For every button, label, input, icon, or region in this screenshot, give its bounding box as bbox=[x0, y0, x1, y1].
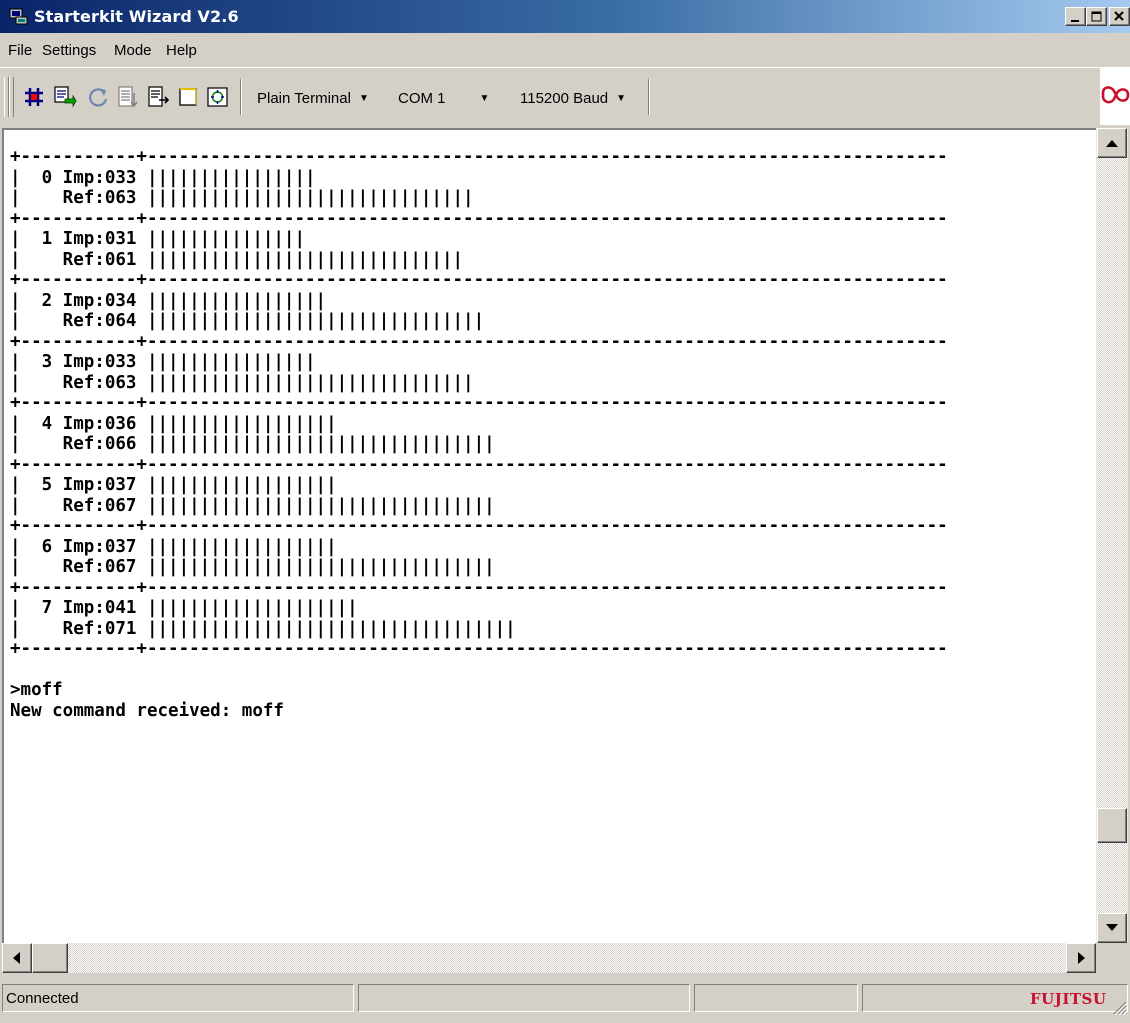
close-button[interactable] bbox=[1109, 7, 1130, 26]
download-icon[interactable] bbox=[53, 85, 77, 109]
minimize-icon bbox=[1071, 20, 1079, 22]
status-panel bbox=[694, 984, 858, 1012]
connect-icon[interactable] bbox=[22, 85, 46, 109]
app-window: Starterkit Wizard V2.6 File Settings Mod… bbox=[0, 0, 1130, 1023]
status-panel-connection: Connected bbox=[2, 984, 354, 1012]
resize-grip-icon[interactable] bbox=[1110, 998, 1128, 1016]
app-icon bbox=[9, 8, 28, 25]
arrow-right-icon bbox=[1078, 952, 1085, 964]
arrow-left-icon bbox=[13, 952, 20, 964]
status-panel bbox=[358, 984, 690, 1012]
scroll-corner bbox=[1096, 943, 1130, 973]
vendor-logo: FUJITSU bbox=[1030, 990, 1107, 1008]
arrow-down-icon bbox=[1106, 924, 1118, 931]
baud-dropdown[interactable]: 115200 Baud ▼ bbox=[520, 90, 626, 107]
port-dropdown-label: COM 1 bbox=[398, 90, 446, 107]
terminal-text: +-----------+---------------------------… bbox=[10, 147, 948, 721]
menu-bar: File Settings Mode Help bbox=[0, 33, 1130, 67]
mode-dropdown-label: Plain Terminal bbox=[257, 90, 351, 107]
chevron-down-icon: ▼ bbox=[358, 93, 369, 104]
horizontal-scrollbar[interactable] bbox=[2, 943, 1096, 973]
vertical-scroll-thumb[interactable] bbox=[1097, 808, 1127, 843]
chevron-down-icon: ▼ bbox=[616, 93, 627, 104]
fujitsu-infinity-logo-icon bbox=[1101, 86, 1130, 104]
reset-icon[interactable] bbox=[86, 85, 110, 109]
scroll-up-button[interactable] bbox=[1097, 128, 1127, 158]
port-dropdown[interactable]: COM 1 ▼ bbox=[398, 90, 489, 107]
toolbar: Plain Terminal ▼ COM 1 ▼ 115200 Baud ▼ bbox=[0, 67, 1100, 126]
horizontal-scroll-thumb[interactable] bbox=[32, 943, 68, 973]
menu-file[interactable]: File bbox=[8, 42, 32, 59]
mode-dropdown[interactable]: Plain Terminal ▼ bbox=[257, 90, 369, 107]
toolbar-separator bbox=[648, 79, 650, 115]
maximize-button[interactable] bbox=[1086, 7, 1107, 26]
arrow-up-icon bbox=[1106, 140, 1118, 147]
toolbar-separator bbox=[240, 79, 242, 115]
menu-help[interactable]: Help bbox=[166, 42, 197, 59]
title-bar[interactable]: Starterkit Wizard V2.6 bbox=[0, 0, 1130, 33]
vertical-scrollbar[interactable] bbox=[1096, 128, 1128, 943]
terminal-output[interactable]: +-----------+---------------------------… bbox=[2, 128, 1096, 943]
menu-mode[interactable]: Mode bbox=[114, 42, 152, 59]
maximize-icon bbox=[1091, 11, 1102, 22]
toolbar-grip[interactable] bbox=[9, 77, 14, 117]
status-text: Connected bbox=[6, 990, 79, 1007]
status-bar: Connected bbox=[0, 976, 1130, 1023]
log-icon[interactable] bbox=[146, 85, 170, 109]
minimize-button[interactable] bbox=[1065, 7, 1086, 26]
window-title: Starterkit Wizard V2.6 bbox=[34, 7, 239, 26]
close-icon bbox=[1114, 11, 1124, 21]
chevron-down-icon: ▼ bbox=[479, 93, 490, 104]
baud-dropdown-label: 115200 Baud bbox=[520, 90, 609, 107]
scroll-left-button[interactable] bbox=[2, 943, 32, 973]
scroll-right-button[interactable] bbox=[1066, 943, 1096, 973]
options-icon[interactable] bbox=[206, 85, 230, 109]
scroll-down-button[interactable] bbox=[1097, 913, 1127, 943]
send-file-icon[interactable] bbox=[116, 85, 140, 109]
menu-settings[interactable]: Settings bbox=[42, 42, 96, 59]
brand-logo bbox=[1100, 67, 1130, 125]
clear-icon[interactable] bbox=[176, 85, 200, 109]
